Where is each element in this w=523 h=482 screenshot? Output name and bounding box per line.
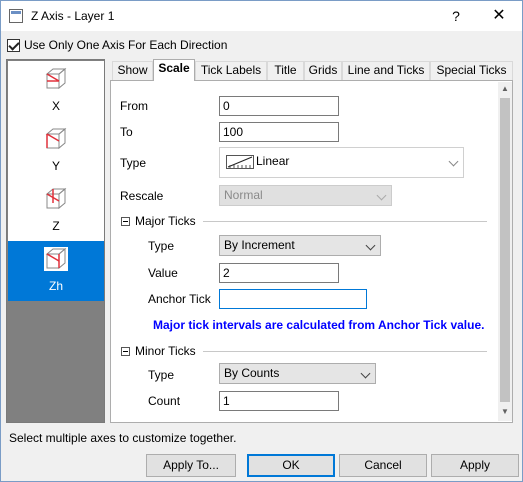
rescale-select-value: Normal: [224, 188, 263, 202]
chevron-down-icon: [360, 368, 371, 379]
chevron-down-icon: [365, 240, 376, 251]
major-value-input[interactable]: 2: [219, 263, 339, 283]
window-icon: [9, 9, 23, 23]
type-label: Type: [120, 156, 147, 170]
rescale-select[interactable]: Normal: [219, 185, 392, 206]
one-axis-checkbox-label[interactable]: Use Only One Axis For Each Direction: [24, 38, 227, 52]
to-input[interactable]: 100: [219, 122, 339, 142]
tab-tick-labels[interactable]: Tick Labels: [195, 61, 267, 80]
title-bar: Z Axis - Layer 1 ? ✕: [1, 1, 522, 31]
tab-line-and-ticks[interactable]: Line and Ticks: [342, 61, 430, 80]
axis-list[interactable]: X Y Z Zh: [6, 59, 105, 423]
cube-icon: [45, 67, 67, 90]
panel-scrollbar[interactable]: ▲ ▼: [498, 82, 512, 421]
major-type-select[interactable]: By Increment: [219, 235, 381, 256]
axis-item-x[interactable]: X: [8, 61, 104, 121]
to-label: To: [120, 125, 133, 139]
cube-icon: [44, 247, 68, 271]
help-button[interactable]: ?: [441, 5, 471, 27]
dialog-window: Z Axis - Layer 1 ? ✕ Use Only One Axis F…: [0, 0, 523, 482]
minor-type-label: Type: [148, 368, 175, 382]
cancel-button[interactable]: Cancel: [339, 454, 427, 477]
apply-to-button[interactable]: Apply To...: [146, 454, 236, 477]
type-select-value: Linear: [256, 154, 290, 168]
chevron-down-icon: [376, 190, 387, 201]
count-label: Count: [148, 394, 181, 408]
one-axis-checkbox[interactable]: [7, 39, 20, 52]
close-button[interactable]: ✕: [481, 5, 517, 27]
scroll-thumb[interactable]: [500, 98, 510, 402]
collapse-minor-ticks-icon[interactable]: [121, 347, 130, 356]
axis-item-zh[interactable]: Zh: [8, 241, 104, 301]
from-input[interactable]: 0: [219, 96, 339, 116]
major-ticks-header: Major Ticks: [135, 214, 196, 228]
apply-button[interactable]: Apply: [431, 454, 519, 477]
axis-item-z[interactable]: Z: [8, 181, 104, 241]
chevron-down-icon: [448, 156, 459, 167]
major-type-select-value: By Increment: [224, 238, 295, 252]
major-ticks-hint: Major tick intervals are calculated from…: [153, 318, 485, 332]
ok-button[interactable]: OK: [247, 454, 335, 477]
count-input[interactable]: 1: [219, 391, 339, 411]
axis-label: X: [51, 99, 60, 113]
cube-icon: [45, 127, 67, 150]
minor-ticks-header: Minor Ticks: [135, 344, 196, 358]
axis-label: Y: [51, 159, 60, 173]
major-value-label: Value: [148, 266, 178, 280]
axis-item-y[interactable]: Y: [8, 121, 104, 181]
anchor-tick-label: Anchor Tick: [148, 292, 211, 306]
scroll-down-icon[interactable]: ▼: [498, 405, 512, 419]
scroll-up-icon[interactable]: ▲: [498, 82, 512, 96]
type-select[interactable]: Linear: [219, 147, 464, 178]
rescale-label: Rescale: [120, 189, 164, 203]
tab-strip: Show Scale Tick Labels Title Grids Line …: [112, 59, 513, 81]
tab-title[interactable]: Title: [267, 61, 304, 80]
anchor-tick-input[interactable]: [219, 289, 367, 309]
divider: [203, 351, 487, 352]
from-label: From: [120, 99, 148, 113]
status-text: Select multiple axes to customize togeth…: [9, 431, 237, 445]
tab-special-ticks[interactable]: Special Ticks: [430, 61, 513, 80]
minor-type-select[interactable]: By Counts: [219, 363, 376, 384]
window-title: Z Axis - Layer 1: [31, 9, 115, 23]
tab-scale[interactable]: Scale: [153, 59, 195, 81]
collapse-major-ticks-icon[interactable]: [121, 217, 130, 226]
minor-type-select-value: By Counts: [224, 366, 280, 380]
axis-label: Z: [52, 219, 60, 233]
axis-label: Zh: [48, 279, 63, 293]
divider: [203, 221, 487, 222]
tab-grids[interactable]: Grids: [304, 61, 342, 80]
cube-icon: [45, 187, 67, 210]
major-type-label: Type: [148, 239, 175, 253]
tab-show[interactable]: Show: [112, 61, 153, 80]
linear-scale-icon: [226, 155, 254, 169]
